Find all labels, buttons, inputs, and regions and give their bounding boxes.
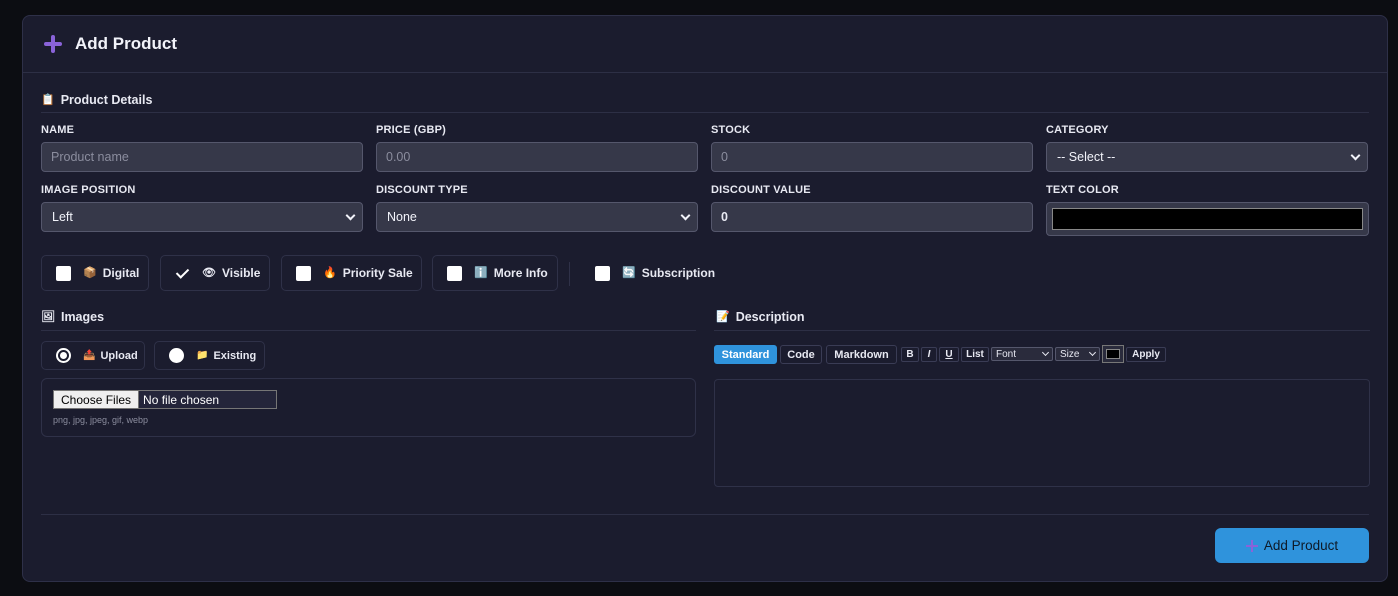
priority-sale-label: Priority Sale [342, 266, 413, 280]
chevron-down-icon [1041, 348, 1050, 357]
info-icon: ℹ️ [474, 266, 488, 279]
category-select[interactable]: -- Select -- [1046, 142, 1368, 172]
category-value: -- Select -- [1057, 150, 1116, 164]
text-color-picker[interactable] [1046, 202, 1369, 236]
image-position-value: Left [52, 210, 73, 224]
text-color-button[interactable] [1102, 345, 1124, 363]
mode-markdown-button[interactable]: Markdown [826, 345, 897, 364]
subscription-label: Subscription [641, 266, 716, 280]
discount-value-label: DISCOUNT VALUE [711, 184, 811, 196]
fire-icon: 🔥 [323, 266, 337, 279]
digital-checkbox[interactable] [56, 265, 71, 281]
font-select[interactable]: Font [991, 347, 1053, 361]
color-swatch [1106, 349, 1120, 359]
font-select-value: Font [996, 348, 1017, 360]
size-select[interactable]: Size [1055, 347, 1100, 361]
price-label: PRICE (GBP) [376, 124, 447, 136]
toggle-priority-sale[interactable]: 🔥 Priority Sale [281, 255, 422, 291]
size-select-value: Size [1060, 348, 1080, 360]
visible-checkbox[interactable] [175, 266, 190, 281]
clipboard-icon: 📋 [41, 93, 55, 106]
chevron-down-icon [1350, 150, 1361, 161]
discount-type-value: None [387, 210, 417, 224]
italic-button[interactable]: I [921, 347, 937, 362]
discount-type-label: DISCOUNT TYPE [376, 184, 468, 196]
chevron-down-icon [680, 210, 691, 221]
file-status: No file chosen [143, 392, 220, 407]
toggle-subscription[interactable]: 🔄 Subscription [595, 255, 715, 291]
list-button[interactable]: List [961, 347, 989, 362]
upload-radio[interactable] [56, 348, 71, 363]
images-divider [41, 330, 696, 331]
subscription-checkbox[interactable] [595, 265, 610, 281]
image-icon: 🖼 [41, 310, 55, 323]
toggle-digital[interactable]: 📦 Digital [41, 255, 149, 291]
toggle-separator [569, 262, 570, 286]
discount-value-input[interactable] [711, 202, 1033, 232]
add-product-button[interactable]: Add Product [1215, 528, 1369, 563]
images-title: Images [60, 310, 105, 324]
memo-icon: 📝 [716, 310, 730, 323]
image-position-label: IMAGE POSITION [41, 184, 136, 196]
price-input[interactable] [376, 142, 698, 172]
upload-icon: 📤 [83, 349, 96, 361]
mode-standard-button[interactable]: Standard [714, 345, 777, 364]
plus-icon [43, 34, 63, 54]
name-input[interactable] [41, 142, 363, 172]
existing-radio[interactable] [169, 348, 184, 363]
bold-button[interactable]: B [901, 347, 919, 362]
panel-header: Add Product [23, 16, 1387, 73]
mode-code-button[interactable]: Code [780, 345, 822, 364]
discount-type-select[interactable]: None [376, 202, 698, 232]
upload-dropzone: Choose Files No file chosen png, jpg, jp… [41, 378, 696, 437]
description-title: Description [735, 310, 805, 324]
choose-files-button[interactable]: Choose Files [54, 391, 140, 408]
color-swatch [1052, 208, 1363, 230]
digital-label: Digital [102, 266, 140, 280]
plus-icon [1245, 539, 1258, 552]
existing-label: Existing [213, 349, 257, 362]
more-info-checkbox[interactable] [447, 265, 462, 281]
chevron-down-icon [1088, 348, 1097, 357]
file-input[interactable]: Choose Files No file chosen [53, 390, 277, 409]
image-position-select[interactable]: Left [41, 202, 363, 232]
underline-button[interactable]: U [939, 347, 959, 362]
description-heading: 📝 Description [716, 310, 804, 324]
section-divider [41, 112, 1369, 113]
product-details-heading: 📋 Product Details [41, 93, 152, 107]
file-type-hint: png, jpg, jpeg, gif, webp [53, 415, 149, 425]
description-editor[interactable] [714, 379, 1370, 487]
refresh-icon: 🔄 [622, 266, 636, 279]
visible-label: Visible [221, 266, 261, 280]
name-label: NAME [41, 124, 75, 136]
description-divider [714, 330, 1370, 331]
toggle-visible[interactable]: 👁 Visible [160, 255, 270, 291]
product-details-title: Product Details [60, 93, 153, 107]
stock-label: STOCK [711, 124, 751, 136]
apply-button[interactable]: Apply [1126, 347, 1166, 362]
package-icon: 📦 [83, 266, 97, 279]
folder-icon: 📁 [196, 349, 209, 361]
chevron-down-icon [345, 210, 356, 221]
stock-input[interactable] [711, 142, 1033, 172]
add-product-label: Add Product [1263, 538, 1339, 553]
footer-divider [41, 514, 1369, 515]
page-title: Add Product [75, 34, 177, 53]
eye-icon: 👁 [202, 266, 216, 279]
source-upload-option[interactable]: 📤 Upload [41, 341, 145, 370]
source-existing-option[interactable]: 📁 Existing [154, 341, 265, 370]
priority-sale-checkbox[interactable] [296, 265, 311, 281]
images-heading: 🖼 Images [41, 310, 104, 324]
category-label: CATEGORY [1046, 124, 1109, 136]
add-product-panel: Add Product 📋 Product Details NAME PRICE… [22, 15, 1388, 582]
toggle-more-info[interactable]: ℹ️ More Info [432, 255, 558, 291]
more-info-label: More Info [493, 266, 548, 280]
text-color-label: TEXT COLOR [1046, 184, 1119, 196]
upload-label: Upload [100, 349, 138, 362]
